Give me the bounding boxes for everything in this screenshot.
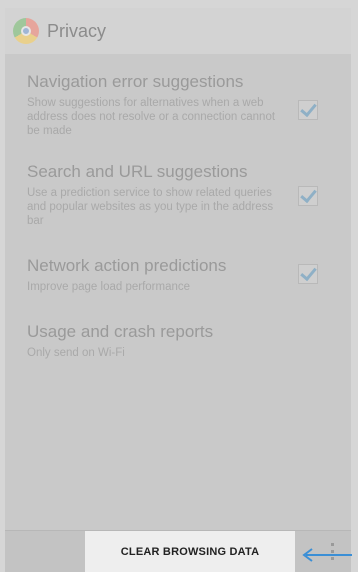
page-title: Privacy <box>47 20 107 41</box>
chrome-icon[interactable] <box>13 18 39 44</box>
setting-description: Show suggestions for alternatives when a… <box>27 97 276 137</box>
annotation-arrow-icon <box>302 548 352 562</box>
privacy-screen: Privacy Navigation error suggestions Sho… <box>5 8 351 572</box>
checkbox-checked[interactable] <box>298 186 318 206</box>
setting-description: Improve page load performance <box>27 281 191 293</box>
setting-description: Only send on Wi-Fi <box>27 347 125 359</box>
setting-description: Use a prediction service to show related… <box>27 187 274 227</box>
setting-label: Navigation error suggestions <box>27 72 244 91</box>
setting-label: Search and URL suggestions <box>27 162 248 181</box>
checkbox-checked[interactable] <box>298 100 318 120</box>
checkbox-checked[interactable] <box>298 264 318 284</box>
setting-label: Usage and crash reports <box>27 322 214 341</box>
clear-browsing-data-button[interactable]: CLEAR BROWSING DATA <box>85 531 295 572</box>
setting-label: Network action predictions <box>27 256 227 275</box>
action-bar[interactable]: Privacy <box>5 8 351 54</box>
